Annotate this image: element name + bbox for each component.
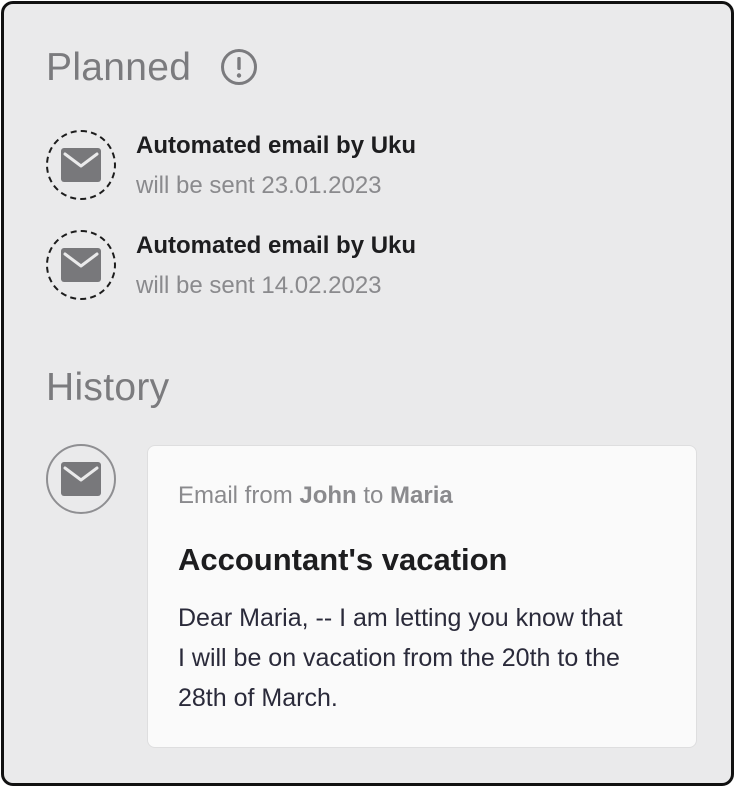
envelope-icon <box>61 462 101 496</box>
email-meta-middle: to <box>363 482 384 509</box>
history-section-title: History <box>46 366 170 409</box>
email-sender: John <box>299 482 357 509</box>
email-meta: Email from John to Maria <box>178 482 453 510</box>
email-body: Dear Maria, -- I am letting you know tha… <box>178 604 623 712</box>
timeline-panel: Planned Automated email by Uku will be s… <box>1 1 734 786</box>
planned-item-date: will be sent 23.01.2023 <box>136 172 382 199</box>
history-envelope-badge <box>46 444 116 514</box>
email-recipient: Maria <box>390 482 453 509</box>
email-subject: Accountant's vacation <box>178 542 508 577</box>
email-card[interactable]: Email from John to Maria Accountant's va… <box>147 445 697 748</box>
planned-item-title: Automated email by Uku <box>136 132 417 159</box>
planned-section-title: Planned <box>46 46 192 89</box>
planned-envelope-badge <box>46 130 116 200</box>
planned-envelope-badge <box>46 230 116 300</box>
planned-item[interactable]: Automated email by Uku will be sent 23.0… <box>46 130 686 202</box>
envelope-icon <box>61 248 101 282</box>
envelope-icon <box>61 148 101 182</box>
exclamation-circle-icon[interactable] <box>220 48 258 86</box>
planned-item-date: will be sent 14.02.2023 <box>136 272 382 299</box>
email-meta-prefix: Email from <box>178 482 293 509</box>
planned-item-title: Automated email by Uku <box>136 232 417 259</box>
planned-item[interactable]: Automated email by Uku will be sent 14.0… <box>46 230 686 302</box>
